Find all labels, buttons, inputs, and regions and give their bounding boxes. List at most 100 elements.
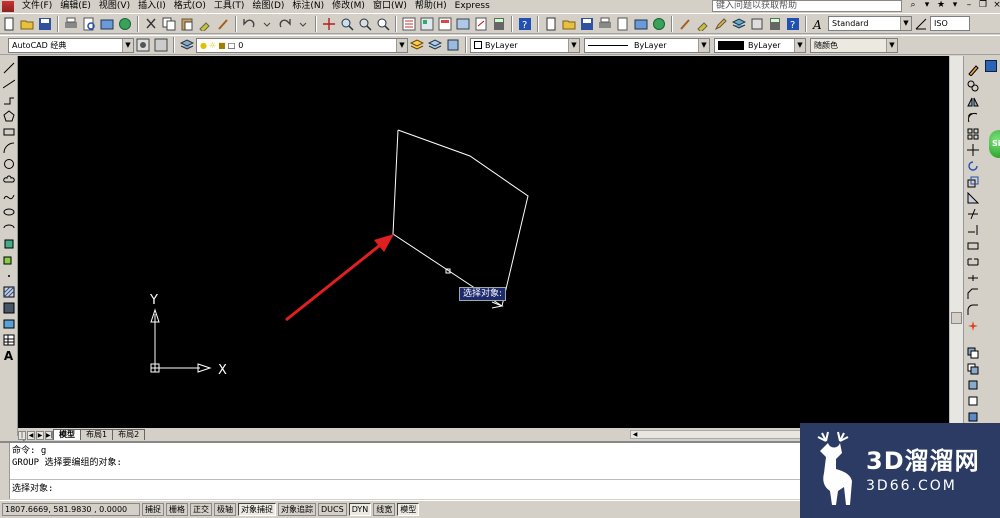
chevron-down-icon[interactable]: ▾ bbox=[949, 0, 961, 11]
save-icon[interactable] bbox=[37, 16, 53, 32]
print-preview-icon[interactable] bbox=[615, 16, 631, 32]
design-center-icon[interactable] bbox=[419, 16, 435, 32]
layers-icon[interactable] bbox=[731, 16, 747, 32]
hatch-icon[interactable] bbox=[2, 285, 16, 299]
plotstyle-control-select[interactable]: 随颜色 ▼ bbox=[810, 37, 898, 53]
redo-icon[interactable] bbox=[277, 16, 293, 32]
linetype-control-select[interactable]: ByLayer ▼ bbox=[584, 37, 710, 53]
line-tool-icon[interactable] bbox=[2, 61, 16, 75]
lineweight-control-select[interactable]: ByLayer ▼ bbox=[714, 37, 806, 53]
help-search-input[interactable]: 键入问题以获取帮助 bbox=[712, 0, 902, 12]
erase-icon[interactable] bbox=[966, 63, 980, 77]
region-icon[interactable] bbox=[2, 317, 16, 331]
polygon-icon[interactable] bbox=[2, 109, 16, 123]
chevron-down-icon[interactable]: ▾ bbox=[921, 0, 933, 11]
command-prompt[interactable]: 选择对象: bbox=[12, 484, 53, 495]
last-tab-icon[interactable]: ▶| bbox=[45, 431, 53, 440]
make-block-icon[interactable] bbox=[2, 253, 16, 267]
chevron-down-icon[interactable] bbox=[259, 16, 275, 32]
text-style-select[interactable]: Standard ▼ bbox=[828, 16, 912, 31]
help-icon[interactable]: ? bbox=[517, 16, 533, 32]
send-under-icon[interactable] bbox=[966, 410, 980, 424]
ortho-toggle[interactable]: 正交 bbox=[190, 503, 212, 516]
new-file-icon[interactable] bbox=[543, 16, 559, 32]
move-icon[interactable] bbox=[966, 143, 980, 157]
undo-icon[interactable] bbox=[241, 16, 257, 32]
menu-tools[interactable]: 工具(T) bbox=[210, 0, 249, 12]
globe-icon[interactable] bbox=[117, 16, 133, 32]
menu-window[interactable]: 窗口(W) bbox=[369, 0, 411, 12]
copy-icon[interactable] bbox=[161, 16, 177, 32]
chevron-down-icon[interactable]: ▼ bbox=[900, 17, 911, 30]
dim-style-icon[interactable] bbox=[913, 16, 929, 32]
print-icon[interactable] bbox=[63, 16, 79, 32]
menu-insert[interactable]: 插入(I) bbox=[134, 0, 170, 12]
menu-express[interactable]: Express bbox=[451, 0, 494, 12]
properties-icon[interactable] bbox=[401, 16, 417, 32]
draw-order-icon[interactable] bbox=[966, 346, 980, 360]
search-icon[interactable]: ⌕ bbox=[907, 0, 919, 11]
workspace-settings-icon[interactable] bbox=[135, 37, 151, 53]
new-file-icon[interactable] bbox=[1, 16, 17, 32]
publish-icon[interactable] bbox=[633, 16, 649, 32]
zoom-window-icon[interactable] bbox=[357, 16, 373, 32]
chevron-down-icon[interactable]: ▼ bbox=[122, 38, 133, 52]
break-point-icon[interactable] bbox=[966, 239, 980, 253]
lineweight-toggle[interactable]: 线宽 bbox=[373, 503, 396, 516]
cut-icon[interactable] bbox=[143, 16, 159, 32]
dyn-toggle[interactable]: DYN bbox=[348, 503, 372, 516]
break-icon[interactable] bbox=[966, 255, 980, 269]
ducs-toggle[interactable]: DUCS bbox=[318, 503, 347, 516]
point-icon[interactable] bbox=[2, 269, 16, 283]
menu-modify[interactable]: 修改(M) bbox=[328, 0, 369, 12]
sheet-set-icon[interactable] bbox=[455, 16, 471, 32]
autocad-app-icon[interactable] bbox=[2, 0, 14, 12]
model-space-canvas[interactable]: Y X bbox=[18, 56, 949, 428]
layer-select[interactable]: ● ☼ ■ □ 0 ▼ bbox=[196, 37, 408, 53]
layer-previous-icon[interactable] bbox=[427, 37, 443, 53]
command-window-gripper[interactable] bbox=[0, 443, 10, 499]
explode-icon[interactable] bbox=[966, 319, 980, 333]
scale-icon[interactable] bbox=[966, 175, 980, 189]
scrollbar-thumb[interactable] bbox=[951, 312, 962, 324]
open-folder-icon[interactable] bbox=[19, 16, 35, 32]
match-properties-icon[interactable] bbox=[197, 16, 213, 32]
menu-draw[interactable]: 绘图(D) bbox=[248, 0, 288, 12]
block-icon[interactable] bbox=[749, 16, 765, 32]
ellipse-icon[interactable] bbox=[2, 205, 16, 219]
color-control-select[interactable]: ByLayer ▼ bbox=[470, 37, 580, 53]
open-folder-icon[interactable] bbox=[561, 16, 577, 32]
minimize-icon[interactable]: – bbox=[963, 0, 975, 11]
layer-manager-icon[interactable] bbox=[179, 37, 195, 53]
menu-edit[interactable]: 编辑(E) bbox=[56, 0, 95, 12]
paste-icon[interactable] bbox=[179, 16, 195, 32]
rectangle-icon[interactable] bbox=[2, 125, 16, 139]
multiline-text-icon[interactable]: A bbox=[2, 349, 16, 363]
join-icon[interactable] bbox=[966, 271, 980, 285]
tab-layout1[interactable]: 布局1 bbox=[80, 429, 114, 440]
save-icon[interactable] bbox=[579, 16, 595, 32]
layer-state-icon[interactable] bbox=[445, 37, 461, 53]
brush-icon[interactable] bbox=[677, 16, 693, 32]
floating-assistant-badge[interactable]: Si bbox=[989, 130, 1000, 158]
menu-dimension[interactable]: 标注(N) bbox=[288, 0, 328, 12]
snap-toggle[interactable]: 捕捉 bbox=[142, 503, 164, 516]
globe-icon[interactable] bbox=[651, 16, 667, 32]
prev-tab-icon[interactable]: ◀ bbox=[27, 431, 35, 440]
monitor-icon[interactable] bbox=[985, 60, 997, 72]
menu-file[interactable]: 文件(F) bbox=[18, 0, 56, 12]
chamfer-icon[interactable] bbox=[966, 287, 980, 301]
workspace-select[interactable]: AutoCAD 经典 ▼ bbox=[8, 37, 134, 53]
copy-object-icon[interactable] bbox=[966, 79, 980, 93]
markup-icon[interactable] bbox=[473, 16, 489, 32]
construction-line-icon[interactable] bbox=[2, 77, 16, 91]
close-icon[interactable]: × bbox=[991, 0, 1000, 11]
match-properties-icon[interactable] bbox=[695, 16, 711, 32]
arc-icon[interactable] bbox=[2, 141, 16, 155]
make-layer-current-icon[interactable] bbox=[409, 37, 425, 53]
menu-view[interactable]: 视图(V) bbox=[95, 0, 134, 12]
fillet-icon[interactable] bbox=[966, 303, 980, 317]
scroll-left-icon[interactable]: ◀ bbox=[631, 431, 639, 438]
trim-icon[interactable] bbox=[966, 207, 980, 221]
chevron-down-icon[interactable]: ▼ bbox=[886, 38, 897, 52]
